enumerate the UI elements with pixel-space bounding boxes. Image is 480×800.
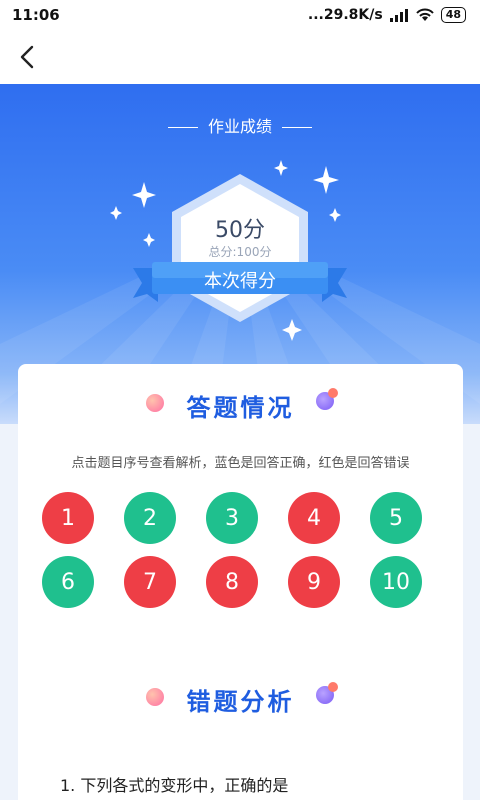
score-value: 50分 <box>215 218 265 243</box>
sparkle-icon <box>313 166 339 194</box>
decor-dot-small <box>328 388 338 398</box>
answer-number-8[interactable]: 8 <box>206 556 258 608</box>
nav-bar <box>0 30 480 84</box>
answer-hint: 点击题目序号查看解析，蓝色是回答正确，红色是回答错误 <box>71 456 410 471</box>
sparkle-icon <box>282 319 302 341</box>
answer-number-2[interactable]: 2 <box>124 492 176 544</box>
battery-indicator: 48 <box>440 7 466 23</box>
sparkle-icon <box>132 182 156 208</box>
status-time: 11:06 <box>12 6 60 24</box>
answer-section-title: 答题情况 <box>186 394 295 422</box>
question-item[interactable]: 1. 下列各式的变形中，正确的是 <box>60 772 288 796</box>
status-icons: ...29.8K/s 48 <box>308 7 466 23</box>
network-speed: ...29.8K/s <box>307 7 383 23</box>
answer-number-3[interactable]: 3 <box>206 492 258 544</box>
chevron-left-icon <box>20 45 34 69</box>
answer-number-6[interactable]: 6 <box>42 556 94 608</box>
ribbon-label: 本次得分 <box>204 271 276 292</box>
sparkle-icon <box>274 160 288 176</box>
decor-dot-small <box>328 682 338 692</box>
error-section-title: 错题分析 <box>186 688 295 716</box>
status-bar: 11:06 ...29.8K/s 48 <box>0 0 480 30</box>
result-card: 答题情况 点击题目序号查看解析，蓝色是回答正确，红色是回答错误 12345 678… <box>18 364 463 800</box>
answer-number-10[interactable]: 10 <box>370 556 422 608</box>
back-button[interactable] <box>10 39 46 75</box>
wifi-icon <box>415 8 434 21</box>
answer-number-7[interactable]: 7 <box>124 556 176 608</box>
score-total: 总分:100分 <box>208 245 272 259</box>
answer-number-1[interactable]: 1 <box>42 492 94 544</box>
answer-number-4[interactable]: 4 <box>288 492 340 544</box>
answer-number-5[interactable]: 5 <box>370 492 422 544</box>
signal-icon <box>389 9 408 22</box>
answer-number-9[interactable]: 9 <box>288 556 340 608</box>
